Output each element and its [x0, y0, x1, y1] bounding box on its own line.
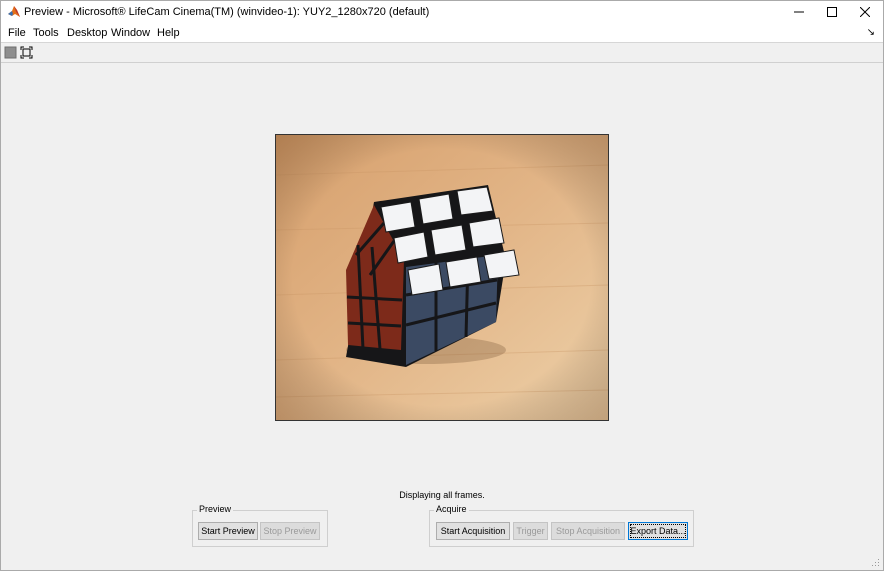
- preview-panel: Preview Start Preview Stop Preview: [192, 504, 328, 547]
- status-text: Displaying all frames.: [399, 490, 485, 500]
- export-data-button[interactable]: Export Data...: [628, 522, 688, 540]
- close-icon: [860, 7, 870, 17]
- title-bar: Preview - Microsoft® LifeCam Cinema(TM) …: [1, 1, 883, 23]
- stop-icon[interactable]: [4, 46, 17, 59]
- close-button[interactable]: [847, 1, 883, 23]
- minimize-icon: [794, 11, 804, 13]
- menu-desktop[interactable]: Desktop: [67, 27, 107, 39]
- preview-window: Preview - Microsoft® LifeCam Cinema(TM) …: [0, 0, 884, 571]
- fit-to-window-icon[interactable]: [20, 46, 33, 59]
- trigger-button[interactable]: Trigger: [513, 522, 548, 540]
- toolbar: [1, 43, 883, 63]
- menu-help[interactable]: Help: [157, 27, 180, 39]
- menu-file[interactable]: File: [8, 27, 26, 39]
- menu-tools[interactable]: Tools: [33, 27, 59, 39]
- maximize-icon: [827, 7, 837, 17]
- stop-preview-button[interactable]: Stop Preview: [260, 522, 320, 540]
- window-title: Preview - Microsoft® LifeCam Cinema(TM) …: [24, 6, 430, 18]
- dock-arrow-icon[interactable]: ↘: [867, 27, 875, 38]
- acquire-panel: Acquire Start Acquisition Trigger Stop A…: [429, 504, 694, 547]
- preview-panel-title: Preview: [197, 504, 234, 514]
- rubiks-cube-image: [276, 135, 608, 420]
- resize-grip-icon[interactable]: [872, 559, 880, 567]
- acquire-panel-title: Acquire: [434, 504, 469, 514]
- video-preview-image: [275, 134, 609, 421]
- start-acquisition-button[interactable]: Start Acquisition: [436, 522, 510, 540]
- menu-bar: File Tools Desktop Window Help ↘: [1, 23, 883, 43]
- stop-acquisition-button[interactable]: Stop Acquisition: [551, 522, 625, 540]
- maximize-button[interactable]: [814, 1, 850, 23]
- matlab-icon: [8, 6, 20, 17]
- menu-window[interactable]: Window: [111, 27, 150, 39]
- minimize-button[interactable]: [781, 1, 817, 23]
- start-preview-button[interactable]: Start Preview: [198, 522, 258, 540]
